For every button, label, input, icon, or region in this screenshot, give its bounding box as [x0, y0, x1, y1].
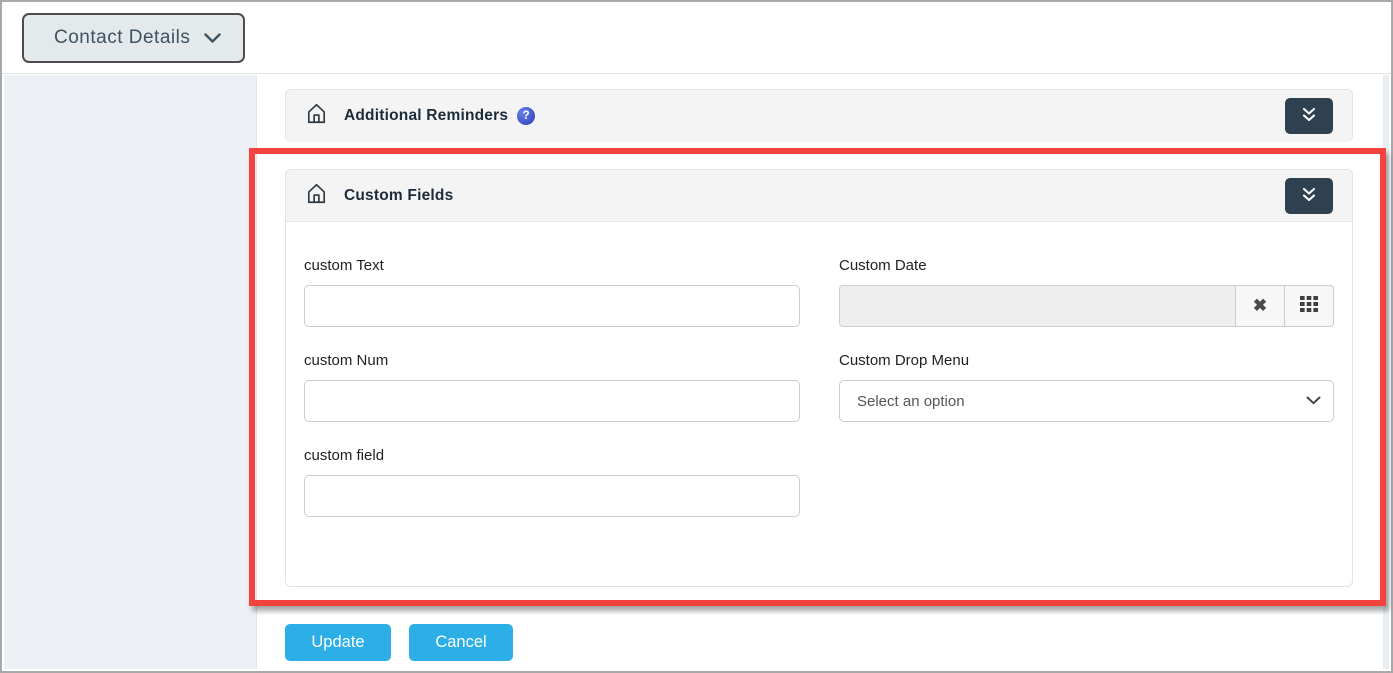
custom-fields-title: Custom Fields: [344, 187, 453, 205]
custom-field-input[interactable]: [304, 475, 800, 517]
custom-date-input-group: ✖: [839, 285, 1334, 327]
x-clear-icon: ✖: [1253, 296, 1267, 316]
custom-fields-header: Custom Fields: [286, 170, 1352, 222]
custom-date-field-group: Custom Date ✖: [839, 257, 1334, 327]
custom-fields-collapse-button[interactable]: [1285, 178, 1333, 214]
calendar-picker-button[interactable]: [1284, 286, 1333, 326]
calendar-grid-icon: [1299, 295, 1319, 318]
chevron-down-icon: [204, 33, 221, 44]
double-chevron-down-icon: [1300, 187, 1318, 206]
help-icon[interactable]: ?: [517, 107, 535, 125]
top-bar: Contact Details: [2, 2, 1391, 74]
custom-text-label: custom Text: [304, 257, 800, 274]
left-sidebar: [4, 75, 257, 669]
custom-date-label: Custom Date: [839, 257, 1334, 274]
custom-num-label: custom Num: [304, 352, 800, 369]
custom-fields-body: custom Text Custom Date ✖ cust: [286, 222, 1352, 542]
custom-drop-menu-field-group: Custom Drop Menu Select an option: [839, 352, 1334, 422]
custom-field-label: custom field: [304, 447, 800, 464]
additional-reminders-title: Additional Reminders: [344, 107, 508, 125]
empty-cell: [839, 447, 1334, 542]
clear-date-button[interactable]: ✖: [1235, 286, 1284, 326]
custom-field-field-group: custom field: [304, 447, 800, 517]
custom-num-input[interactable]: [304, 380, 800, 422]
double-chevron-down-icon: [1300, 107, 1318, 126]
custom-date-input[interactable]: [840, 286, 1235, 326]
right-background-strip: [1383, 75, 1389, 669]
update-button[interactable]: Update: [285, 624, 391, 661]
contact-details-label: Contact Details: [54, 27, 190, 49]
additional-reminders-header: Additional Reminders ?: [286, 90, 1352, 142]
home-icon: [306, 182, 327, 210]
contact-details-dropdown-button[interactable]: Contact Details: [22, 13, 245, 63]
custom-drop-menu-label: Custom Drop Menu: [839, 352, 1334, 369]
app-viewport: Contact Details Additional Reminders ?: [0, 0, 1393, 673]
additional-reminders-panel: Additional Reminders ?: [285, 89, 1353, 142]
custom-fields-panel: Custom Fields custom Text Custom Date ✖: [285, 169, 1353, 587]
cancel-button[interactable]: Cancel: [409, 624, 513, 661]
home-icon: [306, 102, 327, 130]
custom-drop-menu-select[interactable]: Select an option: [839, 380, 1334, 422]
additional-reminders-collapse-button[interactable]: [1285, 98, 1333, 134]
custom-text-field-group: custom Text: [304, 257, 800, 327]
custom-text-input[interactable]: [304, 285, 800, 327]
custom-num-field-group: custom Num: [304, 352, 800, 422]
custom-drop-menu-select-wrap: Select an option: [839, 380, 1334, 422]
